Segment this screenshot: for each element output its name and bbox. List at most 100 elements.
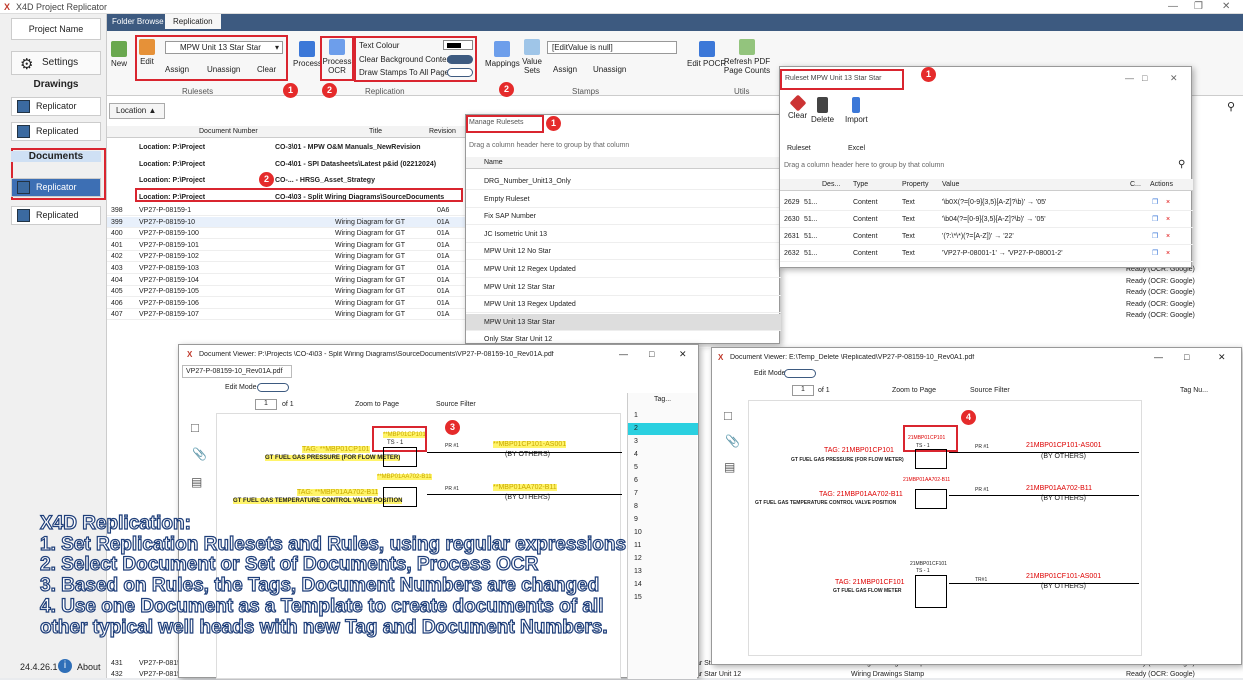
col-docnum[interactable]: Document Number (199, 128, 258, 135)
stamp1[interactable]: 21MBP01CP101 (908, 435, 945, 441)
list-item[interactable]: 2 (628, 423, 698, 435)
value-sets-button[interactable]: Value Sets (521, 39, 543, 75)
attachment-icon[interactable]: 📎 (192, 447, 207, 461)
delete-icon[interactable]: × (1166, 211, 1170, 228)
copy-icon[interactable]: ❐ (1152, 211, 1158, 228)
name-col[interactable]: Name (484, 159, 503, 166)
table-row[interactable]: 2632 51... Content Text 'VP27-P-08001-1' → '… (780, 245, 1193, 262)
list-item[interactable]: JC Isometric Unit 13 (466, 226, 781, 243)
stamp1[interactable]: **MBP01CP101 (383, 432, 426, 438)
right3[interactable]: 21MBP01CF101-AS001 (1026, 573, 1101, 580)
documents-replicator[interactable]: Replicator (11, 178, 101, 197)
col-title[interactable]: Title (369, 128, 382, 135)
tab-folder-browse[interactable]: Folder Browse (112, 17, 164, 26)
restore-icon[interactable]: ❐ (1194, 1, 1203, 12)
drawings-replicator[interactable]: Replicator (11, 97, 101, 116)
delete-icon[interactable]: × (1166, 228, 1170, 245)
close-icon[interactable]: ✕ (679, 349, 687, 360)
tag2[interactable]: TAG: **MBP01AA702-B11 (297, 489, 379, 496)
unassign-button[interactable]: Unassign (207, 65, 240, 74)
group-row[interactable]: Location: P:\Project CO-4\03 - Split Wiri… (107, 190, 467, 206)
ruleset-clear-button[interactable]: Clear (788, 94, 807, 120)
stamp-select[interactable]: [EditValue is null] (547, 41, 677, 54)
right1[interactable]: **MBP01CP101-AS001 (493, 441, 567, 448)
refresh-pdf-button[interactable]: Refresh PDF Page Counts (722, 39, 772, 75)
list-item[interactable]: 3 (628, 436, 698, 448)
copy-icon[interactable]: ❐ (1152, 194, 1158, 211)
delete-icon[interactable]: × (1166, 245, 1170, 262)
list-item[interactable]: 12 (628, 553, 698, 565)
page-input[interactable]: 1 (792, 385, 814, 396)
table-row[interactable]: 404 VP27-P-08159-104 Wiring Diagram for GT… (107, 275, 467, 286)
draw-stamps-toggle[interactable] (447, 68, 473, 77)
list-item[interactable]: 4 (628, 449, 698, 461)
col-property[interactable]: Property (902, 181, 928, 188)
close-icon[interactable]: ✕ (1222, 1, 1230, 12)
list-item[interactable]: MPW Unit 12 Star Star (466, 279, 781, 296)
info-icon[interactable]: i (58, 659, 72, 673)
unassign-stamp-button[interactable]: Unassign (593, 65, 626, 74)
list-item[interactable]: MPW Unit 13 Star Star (466, 313, 781, 331)
list-item[interactable]: MPW Unit 12 Regex Updated (466, 261, 781, 278)
close-icon[interactable]: ✕ (1218, 352, 1226, 363)
tab-replication[interactable]: Replication (165, 14, 221, 29)
list-item[interactable]: 15 (628, 592, 698, 604)
project-name[interactable]: Project Name (11, 18, 101, 40)
table-row[interactable]: 406 VP27-P-08159-106 Wiring Diagram for GT… (107, 298, 467, 309)
edit-mode-toggle[interactable] (784, 369, 816, 378)
ruleset-delete-button[interactable]: Delete (811, 97, 834, 124)
process-ocr-button[interactable]: Process OCR (322, 39, 352, 75)
list-item[interactable]: MPW Unit 13 Regex Updated (466, 296, 781, 314)
list-item[interactable]: Fix SAP Number (466, 208, 781, 226)
list-item[interactable]: DRG_Number_Unit13_Only (466, 173, 781, 190)
tag1[interactable]: TAG: 21MBP01CP101 (824, 447, 894, 454)
delete-icon[interactable]: × (1166, 194, 1170, 211)
list-item[interactable]: 7 (628, 488, 698, 500)
tag-col[interactable]: Tag... (654, 396, 671, 403)
assign-button[interactable]: Assign (165, 65, 189, 74)
search-icon[interactable]: ⚲ (1227, 100, 1235, 113)
edit-pocr-button[interactable]: Edit POCR (687, 41, 726, 68)
list-item[interactable]: 8 (628, 501, 698, 513)
page-input[interactable]: 1 (255, 399, 277, 410)
table-row[interactable]: 400 VP27-P-08159-100 Wiring Diagram for GT… (107, 228, 467, 240)
table-row[interactable]: 401 VP27-P-08159-101 Wiring Diagram for GT… (107, 240, 467, 251)
stamp2[interactable]: **MBP01AA702-B11 (377, 474, 432, 480)
stamp3[interactable]: 21MBP01CF101 (910, 561, 947, 567)
list-item[interactable]: 5 (628, 462, 698, 474)
thumbnails-icon[interactable]: □ (191, 420, 199, 435)
table-row[interactable]: 398 VP27-P-08159-1 0A6 (107, 205, 467, 216)
list-item[interactable]: 1 (628, 410, 698, 422)
table-row[interactable]: 399 VP27-P-08159-10 Wiring Diagram for GT 0… (107, 216, 467, 228)
stamp2[interactable]: 21MBP01AA702-B11 (903, 477, 950, 483)
copy-icon[interactable]: ❐ (1152, 228, 1158, 245)
process-button[interactable]: Process (293, 41, 322, 68)
drawings-replicated[interactable]: Replicated (11, 122, 101, 141)
zoom-to-page[interactable]: Zoom to Page (355, 401, 399, 408)
comment-icon[interactable]: ▤ (191, 475, 202, 489)
about-link[interactable]: About (77, 662, 101, 672)
right1[interactable]: 21MBP01CP101-AS001 (1026, 442, 1102, 449)
minimize-icon[interactable]: — (619, 349, 628, 359)
col-actions[interactable]: Actions (1150, 181, 1173, 188)
list-item[interactable]: Empty Ruleset (466, 191, 781, 208)
clear-bg-toggle[interactable] (447, 55, 473, 64)
viewer1-tab[interactable]: VP27-P-08159-10_Rev01A.pdf (182, 365, 292, 378)
col-revision[interactable]: Revision (429, 128, 456, 135)
list-item[interactable]: 11 (628, 540, 698, 552)
new-button[interactable]: New (111, 41, 127, 68)
list-item[interactable]: MPW Unit 12 No Star (466, 243, 781, 261)
col-type[interactable]: Type (853, 181, 868, 188)
list-item[interactable]: 6 (628, 475, 698, 487)
edit-mode-toggle[interactable] (257, 383, 289, 392)
group-row[interactable]: Location: P:\Project CO-4\01 - SPI Datash… (107, 157, 467, 173)
col-c[interactable]: C... (1130, 181, 1141, 188)
location-chip[interactable]: Location ▲ (109, 103, 165, 119)
source-filter[interactable]: Source Filter (970, 387, 1010, 394)
table-row[interactable]: 2629 51... Content Text '\b0X(?=[0-9]{3,5}[A… (780, 194, 1193, 211)
right2[interactable]: **MBP01AA702-B11 (493, 484, 557, 491)
col-value[interactable]: Value (942, 181, 959, 188)
mappings-button[interactable]: Mappings (485, 41, 520, 68)
documents-replicated[interactable]: Replicated (11, 206, 101, 225)
tag1[interactable]: TAG: **MBP01CP101 (302, 446, 370, 453)
